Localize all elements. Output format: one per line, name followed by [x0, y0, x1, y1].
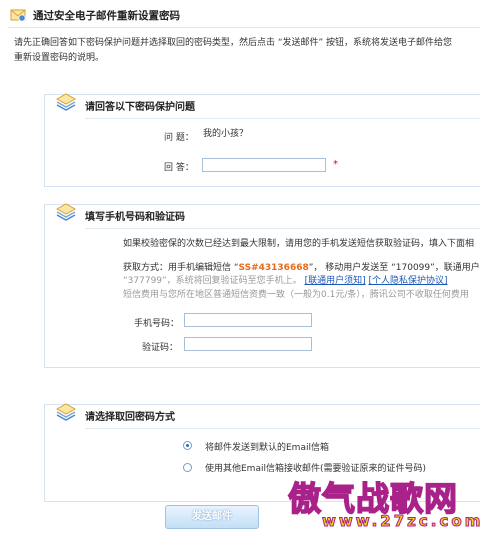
intro-line-1: 请先正确回答如下密码保护问题并选择取回的密码类型，然后点击 “发送邮件” 按钮，…: [14, 38, 453, 48]
sms-method-line-2: “377799”，系统将回复验证码至您手机上。 [联通用户须知] [个人隐私保护…: [123, 274, 448, 288]
sms-method-suffix: “377799”，系统将回复验证码至您手机上。: [123, 276, 302, 286]
sms-method-line: 获取方式：用手机编辑短信 “SS#43136668”， 移动用户发送至 “170…: [123, 261, 480, 275]
intro-text: 请先正确回答如下密码保护问题并选择取回的密码类型，然后点击 “发送邮件” 按钮，…: [14, 36, 480, 66]
watermark-url: www.27zc.com: [321, 512, 480, 531]
section-title-phone: 填写手机号码和验证码: [85, 212, 185, 223]
answer-input[interactable]: [202, 158, 326, 172]
default-email-radio[interactable]: [183, 441, 192, 450]
section-title-method: 请选择取回密码方式: [85, 412, 175, 423]
unicom-notice-link[interactable]: [联通用户须知]: [305, 276, 366, 286]
notebook-icon: [55, 203, 77, 221]
sms-method-mid: ”， 移动用户发送至 “170099”，联通用户: [308, 263, 480, 273]
privacy-policy-link[interactable]: [个人隐私保护协议]: [368, 276, 447, 286]
phone-verification-panel: 填写手机号码和验证码 如果校验密保的次数已经达到最大限制，请用您的手机发送短信获…: [44, 203, 480, 368]
section-divider: [85, 228, 480, 229]
send-email-button[interactable]: 发送邮件: [165, 505, 259, 529]
watermark-logo: 傲气战歌网 www.27zc.com: [282, 472, 480, 534]
section-title-question: 请回答以下密码保护问题: [85, 102, 195, 113]
notebook-icon: [55, 93, 77, 111]
question-label: 问 题：: [164, 133, 194, 143]
phone-label: 手机号码：: [134, 319, 180, 329]
answer-label: 回 答：: [164, 163, 194, 173]
sms-code: SS#43136668: [238, 263, 309, 273]
intro-line-2: 重新设置密码的说明。: [14, 53, 105, 63]
page-title: 通过安全电子邮件重新设置密码: [33, 10, 180, 22]
phone-verification-header: 填写手机号码和验证码: [45, 203, 480, 229]
security-question-header: 请回答以下密码保护问题: [45, 93, 480, 119]
default-email-option-label: 将邮件发送到默认的Email信箱: [205, 443, 329, 453]
sms-method-prefix: 获取方式：用手机编辑短信 “: [123, 263, 239, 273]
verification-code-input[interactable]: [184, 337, 312, 351]
retrieval-method-header: 请选择取回密码方式: [45, 403, 480, 429]
required-mark: *: [333, 159, 338, 170]
phone-input[interactable]: [184, 313, 312, 327]
other-email-radio[interactable]: [183, 463, 192, 472]
question-value: 我的小孩？: [203, 129, 249, 139]
section-divider: [85, 118, 480, 119]
notebook-icon: [55, 403, 77, 421]
sms-fee-note: 短信费用与您所在地区普通短信资费一致（一般为0.1元/条），腾讯公司不收取任何费…: [123, 290, 469, 300]
verification-code-label: 验证码：: [142, 343, 179, 353]
verification-notice: 如果校验密保的次数已经达到最大限制，请用您的手机发送短信获取验证码，填入下面相: [123, 239, 475, 249]
header-divider: [8, 27, 480, 28]
mail-icon: [10, 9, 26, 22]
section-divider: [85, 428, 480, 429]
security-question-panel: 请回答以下密码保护问题 问 题： 我的小孩？ 回 答： *: [44, 93, 480, 187]
